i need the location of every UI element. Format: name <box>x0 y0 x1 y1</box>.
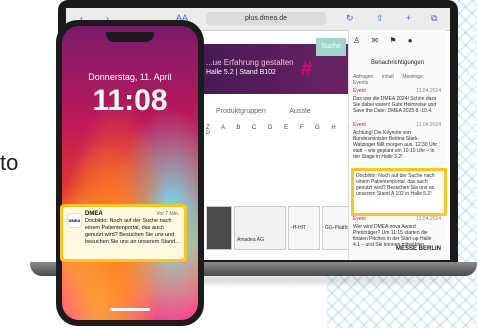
avatar-icon[interactable]: ● <box>408 36 413 45</box>
phone: Donnerstag, 11. April 11:08 <box>56 20 204 326</box>
banner-title: ...ue Erfahrung gestalten <box>206 58 294 67</box>
chat-icon[interactable]: ✉ <box>371 36 378 45</box>
item-tag: Event <box>353 216 366 222</box>
hash-logo: # <box>301 58 313 80</box>
messe-logo: MESSE BERLIN <box>395 246 441 252</box>
tab-produktgruppen[interactable]: Produktgruppen <box>216 108 266 115</box>
banner-subtitle: Halle 5.2 | Stand B102 <box>206 69 276 76</box>
phone-push-notification[interactable]: DMEA DMEA Vor 7 Min. Docbildo: Noch auf … <box>60 204 187 262</box>
tab-meetings[interactable]: Meetings <box>402 74 422 80</box>
highlight-text: Docbildo: Noch auf der Suche nach einem … <box>356 173 435 197</box>
notification-body: Docbildo: Noch auf der Suche nach einem … <box>85 218 180 245</box>
item-date: 11.04.2024 <box>416 88 441 94</box>
exhibitor-tile[interactable] <box>206 206 232 250</box>
bell-icon[interactable]: ⚑ <box>389 36 396 45</box>
phone-notch <box>106 32 154 42</box>
share-icon[interactable]: ⇧ <box>376 13 384 24</box>
content-tabs: Produktgruppen Ausste <box>216 108 333 115</box>
exhibitor-tile[interactable]: -H-HIT <box>288 206 320 250</box>
address-bar[interactable]: plus.dmea.de <box>206 12 326 25</box>
tab-inhalt[interactable]: Inhalt <box>382 74 394 80</box>
person-icon[interactable]: ♙ <box>353 36 360 45</box>
panel-tabs: Anfragen Inhalt Meetings Events <box>353 74 445 86</box>
item-tag: Event <box>353 122 366 128</box>
notification-app-name: DMEA <box>85 211 103 217</box>
notification-time: Vor 7 Min. <box>156 211 179 217</box>
panel-title: Benachrichtigungen <box>371 60 425 66</box>
search-button[interactable]: Suche <box>316 38 346 56</box>
notification-item[interactable]: Wer wird DMEA nova Award Preisträger? Um… <box>353 224 439 248</box>
item-date: 11.04.2024 <box>416 122 441 128</box>
highlighted-notification[interactable]: Docbildo: Noch auf der Suche nach einem … <box>351 168 447 216</box>
home-indicator[interactable] <box>110 308 150 311</box>
tabs-icon[interactable]: ⧉ <box>431 13 437 24</box>
panel-toolbar: ♙ ✉ ⚑ ● <box>353 36 422 45</box>
lockscreen-time: 11:08 <box>92 84 168 117</box>
dmea-app-icon: DMEA <box>67 213 82 228</box>
lockscreen-date: Donnerstag, 11. April <box>88 72 172 82</box>
reload-icon[interactable]: ↻ <box>346 13 354 24</box>
notification-card: DMEA DMEA Vor 7 Min. Docbildo: Noch auf … <box>63 207 184 259</box>
tab-events[interactable]: Events <box>353 80 368 86</box>
add-tab-icon[interactable]: + <box>406 13 411 23</box>
notification-item[interactable]: Achtung! Die Keynote von Bundesminister … <box>353 130 439 160</box>
notifications-panel: ♙ ✉ ⚑ ● Benachrichtigungen Anfragen Inha… <box>348 30 447 260</box>
item-date: 11.04.2024 <box>416 216 441 222</box>
tab-aussteller[interactable]: Ausste <box>289 108 310 115</box>
notification-item[interactable]: Das war die DMEA 2024! Schön dass Sie da… <box>353 96 439 114</box>
exhibitor-tile[interactable]: Amadea AG <box>234 206 286 250</box>
item-tag: Event <box>353 88 366 94</box>
phone-lockscreen: Donnerstag, 11. April 11:08 <box>62 26 198 320</box>
side-text: to <box>0 150 19 175</box>
